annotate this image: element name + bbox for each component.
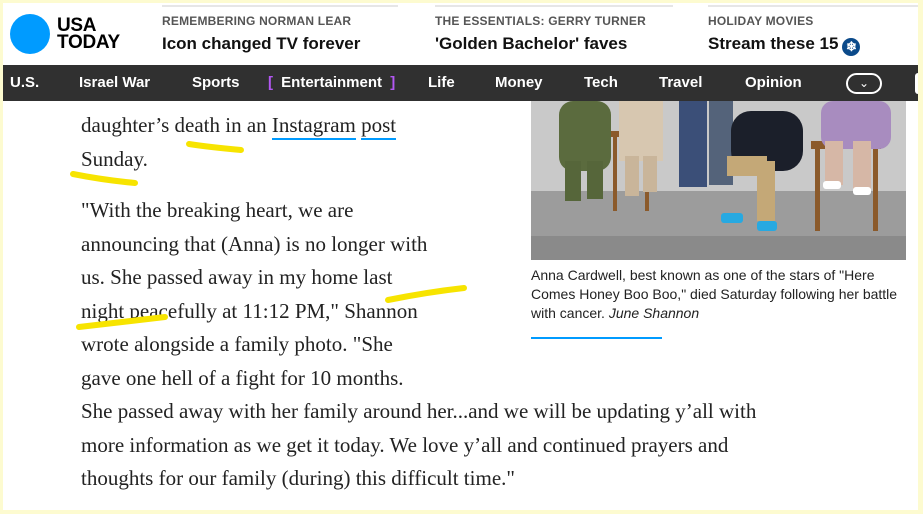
highlight-mark xyxy=(186,141,244,153)
highlight-mark xyxy=(385,285,467,303)
highlight-mark xyxy=(76,314,168,330)
browser-viewport: USA TODAY REMEMBERING NORMAN LEAR Icon c… xyxy=(3,3,918,510)
highlighter-marks xyxy=(70,141,467,330)
highlight-mark xyxy=(70,171,138,186)
